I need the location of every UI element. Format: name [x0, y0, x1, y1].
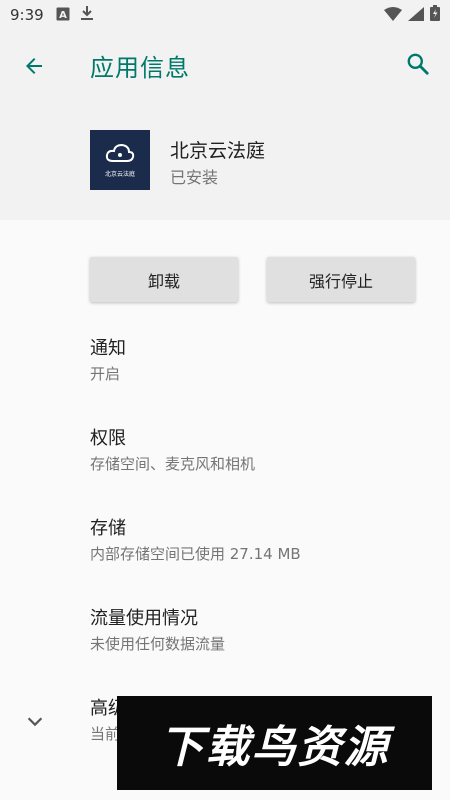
- font-icon: A: [56, 6, 70, 25]
- watermark: 下载鸟资源: [117, 696, 432, 790]
- setting-summary: 开启: [90, 365, 121, 383]
- app-header: 北京云法庭 北京云法庭 已安装: [0, 102, 450, 220]
- setting-summary: 内部存储空间已使用 27.14 MB: [90, 545, 301, 563]
- page-title: 应用信息: [90, 54, 190, 82]
- search-button[interactable]: [402, 50, 434, 82]
- setting-item-data-usage[interactable]: 流量使用情况 未使用任何数据流量: [90, 607, 430, 655]
- setting-title: 流量使用情况: [90, 608, 198, 629]
- svg-text:A: A: [59, 10, 67, 21]
- setting-title: 权限: [90, 428, 126, 449]
- setting-summary: 未使用任何数据流量: [90, 635, 226, 653]
- back-button[interactable]: [18, 52, 50, 84]
- signal-icon: [408, 6, 424, 25]
- arrow-back-icon: [22, 54, 46, 82]
- app-icon-label: 北京云法庭: [104, 170, 135, 178]
- app-status: 已安装: [170, 168, 219, 187]
- setting-item-notifications[interactable]: 通知 开启: [90, 337, 430, 385]
- force-stop-button[interactable]: 强行停止: [267, 257, 415, 302]
- setting-summary: 存储空间、麦克风和相机: [90, 455, 256, 473]
- status-left-icons: A: [56, 5, 94, 25]
- wifi-icon: [384, 6, 402, 25]
- app-icon: 北京云法庭: [90, 130, 150, 190]
- chevron-down-icon: [24, 710, 46, 736]
- cloud-icon: [105, 143, 135, 167]
- battery-icon: [430, 5, 440, 25]
- setting-title: 通知: [90, 338, 126, 359]
- download-icon: [80, 5, 94, 25]
- setting-title: 存储: [90, 518, 126, 539]
- status-bar: 9:39 A: [0, 0, 450, 30]
- app-name: 北京云法庭: [170, 140, 266, 162]
- status-time: 9:39: [10, 6, 44, 24]
- setting-item-permissions[interactable]: 权限 存储空间、麦克风和相机: [90, 427, 430, 475]
- status-right-icons: [384, 5, 440, 25]
- setting-item-storage[interactable]: 存储 内部存储空间已使用 27.14 MB: [90, 517, 430, 565]
- search-icon: [405, 51, 431, 81]
- app-bar: 应用信息: [0, 30, 450, 102]
- uninstall-button[interactable]: 卸载: [90, 257, 238, 302]
- advanced-expand-button[interactable]: [22, 710, 48, 736]
- watermark-text: 下载鸟资源: [159, 722, 390, 773]
